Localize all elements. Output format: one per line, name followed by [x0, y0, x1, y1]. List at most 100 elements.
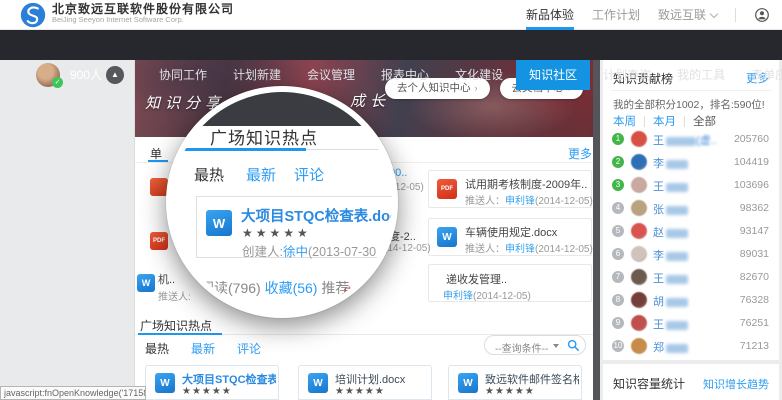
- ranking-row[interactable]: 7王82670: [603, 266, 779, 289]
- magnified-banner-edge: [172, 92, 392, 126]
- left-rail: [0, 60, 135, 400]
- ranking-row[interactable]: 9王76251: [603, 312, 779, 335]
- section-title-square-hotspots[interactable]: 广场知识热点: [140, 317, 212, 334]
- doc-card[interactable]: W致远软件邮件签名格式（20...★★★★★: [448, 365, 582, 400]
- search-icon[interactable]: [567, 339, 580, 352]
- magnifier-overlay: 广场知识热点 最热 最新 评论 W 大项目STQC检查表.doc ★★★★★ 创…: [166, 86, 398, 318]
- avatar: [631, 154, 647, 170]
- pusher-date: (2014-12-05): [473, 291, 531, 302]
- magnified-tab-hottest[interactable]: 最热: [194, 164, 224, 185]
- doc-title[interactable]: 大项目STQC检查表.doc: [182, 371, 276, 387]
- pusher-name[interactable]: 申利锋: [505, 196, 535, 207]
- ranking-row[interactable]: 6李89031: [603, 243, 779, 266]
- nav-item[interactable]: 文化建设: [442, 60, 516, 90]
- doc-title[interactable]: 培训计划.docx: [335, 371, 429, 387]
- user-name[interactable]: 李: [653, 247, 688, 263]
- pusher-name[interactable]: 申利锋: [505, 244, 535, 255]
- doc-title[interactable]: 试用期考核制度-2009年..: [465, 176, 589, 192]
- growth-trend-link[interactable]: 知识增长趋势: [703, 376, 769, 392]
- magnified-tab-comments[interactable]: 评论: [294, 164, 324, 185]
- rank-badge: 5: [612, 225, 624, 237]
- nav-item[interactable]: 报表中心: [368, 60, 442, 90]
- capacity-panel: 知识容量统计 知识增长趋势: [603, 364, 779, 400]
- doc-card[interactable]: W培训计划.docx★★★★★: [298, 365, 432, 400]
- header-menu-item[interactable]: 新品体验: [526, 0, 574, 30]
- rating-stars: ★★★★★: [242, 226, 311, 240]
- company-name: 北京致远互联软件股份有限公司 BeiJing Seeyon Internet S…: [52, 3, 234, 24]
- user-name[interactable]: 郑: [653, 339, 688, 355]
- avatar: [631, 246, 647, 262]
- nav-item[interactable]: 表单应用: [738, 60, 782, 90]
- user-name[interactable]: 李: [653, 155, 688, 171]
- ranking-row[interactable]: 8胡76328: [603, 289, 779, 312]
- hot-tab[interactable]: 最新: [191, 340, 215, 357]
- contribution-tab[interactable]: 本周: [613, 113, 636, 129]
- company-name-en: BeiJing Seeyon Internet Software Corp.: [52, 16, 234, 24]
- capacity-title: 知识容量统计: [613, 375, 685, 392]
- pdf-icon[interactable]: PDF: [150, 232, 168, 250]
- nav-item[interactable]: 会议管理: [294, 60, 368, 90]
- ranking-row[interactable]: 4张98362: [603, 197, 779, 220]
- user-name[interactable]: 王: [653, 178, 688, 194]
- score-value: 89031: [740, 248, 769, 260]
- magnified-stats: 阅读(796) 收藏(56) 推荐: [200, 278, 349, 298]
- user-name[interactable]: 王: [653, 270, 688, 286]
- magnified-doc-card[interactable]: W 大项目STQC检查表.doc ★★★★★ 创建人:徐中(2013-07-30: [196, 196, 398, 258]
- more-link-top[interactable]: 更多: [568, 145, 592, 162]
- member-count[interactable]: 900人: [70, 60, 102, 90]
- word-icon: W: [308, 373, 328, 393]
- creator-name[interactable]: 徐中: [283, 245, 308, 259]
- pusher-name[interactable]: 申利锋: [443, 291, 473, 302]
- doc-pusher-line: 申利锋(2014-12-05): [443, 287, 531, 302]
- tab-separator: [644, 116, 645, 127]
- blurred-name: [666, 321, 688, 330]
- covered-card-title-fragment[interactable]: 机..: [158, 271, 175, 287]
- hot-tab[interactable]: 评论: [237, 340, 261, 357]
- nav-item[interactable]: 知识社区: [516, 60, 590, 90]
- user-name[interactable]: 张: [653, 201, 688, 217]
- ranking-row[interactable]: 1王(虚..205760: [603, 128, 779, 151]
- ranking-row[interactable]: 2李104419: [603, 151, 779, 174]
- doc-title[interactable]: 致远软件邮件签名格式（20...: [485, 371, 579, 387]
- creator-date: (2013-07-30: [308, 245, 376, 259]
- read-count: 阅读(796): [200, 280, 265, 296]
- word-icon[interactable]: W: [137, 274, 155, 292]
- nav-item[interactable]: 我的工具: [664, 60, 738, 90]
- score-value: 98362: [740, 202, 769, 214]
- app-circle-icon[interactable]: ▲: [106, 66, 124, 84]
- doc-card[interactable]: W大项目STQC检查表.doc★★★★★: [145, 365, 279, 400]
- header-menu-divider: [735, 8, 736, 22]
- doc-card[interactable]: 递收发管理..申利锋(2014-12-05): [428, 264, 592, 302]
- contribution-tabs: 本周 本月 全部: [613, 113, 716, 129]
- doc-card[interactable]: W车辆使用规定.docx推送人：申利锋(2014-12-05): [428, 218, 592, 256]
- blurred-name: [666, 229, 688, 238]
- user-name[interactable]: 胡: [653, 293, 688, 309]
- ranking-row[interactable]: 3王103696: [603, 174, 779, 197]
- blurred-name: [666, 298, 688, 307]
- filter-dropdown[interactable]: --查询条件--: [484, 335, 586, 355]
- magnified-section-title: 广场知识热点: [210, 124, 318, 149]
- user-name[interactable]: 王(虚..: [653, 132, 717, 148]
- header-menu-item[interactable]: 工作计划: [592, 0, 640, 30]
- user-name[interactable]: 王: [653, 316, 688, 332]
- rank-badge: 2: [612, 156, 624, 168]
- doc-title[interactable]: 车辆使用规定.docx: [465, 224, 589, 240]
- user-name[interactable]: 赵: [653, 224, 688, 240]
- magnified-doc-title[interactable]: 大项目STQC检查表.doc: [241, 205, 398, 226]
- top-header: 北京致远互联软件股份有限公司 BeiJing Seeyon Internet S…: [0, 0, 782, 30]
- magnified-tab-newest[interactable]: 最新: [246, 164, 276, 185]
- header-menu-item[interactable]: 致远互联: [658, 0, 717, 30]
- user-profile-icon[interactable]: [754, 7, 770, 23]
- doc-title[interactable]: 递收发管理..: [446, 271, 570, 287]
- contribution-tab[interactable]: 全部: [693, 113, 716, 129]
- nav-item[interactable]: 计划查询: [590, 60, 664, 90]
- magnified-divider: [306, 149, 396, 150]
- hot-tab[interactable]: 最热: [145, 340, 169, 357]
- favorite-count[interactable]: 收藏(56): [265, 280, 318, 296]
- doc-card[interactable]: PDF试用期考核制度-2009年..推送人：申利锋(2014-12-05): [428, 170, 592, 208]
- nav-item[interactable]: 协同工作: [146, 60, 220, 90]
- contribution-tab[interactable]: 本月: [653, 113, 676, 129]
- creator-line: 创建人:徐中(2013-07-30: [242, 241, 376, 260]
- ranking-row[interactable]: 5赵93147: [603, 220, 779, 243]
- ranking-row[interactable]: 10郑71213: [603, 335, 779, 358]
